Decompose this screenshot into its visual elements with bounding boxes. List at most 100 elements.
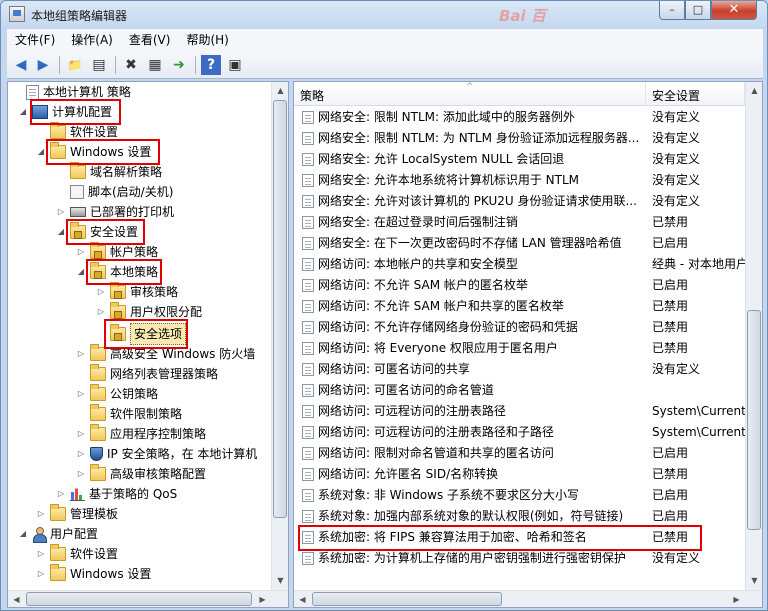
tree-node-network-list[interactable]: 网络列表管理器策略 — [76, 364, 218, 384]
tree-expander[interactable] — [12, 82, 22, 102]
policy-row[interactable]: 网络访问: 限制对命名管道和共享的匿名访问 已启用 — [294, 443, 745, 464]
scroll-thumb[interactable] — [312, 592, 502, 606]
policy-row[interactable]: 网络安全: 限制 NTLM: 添加此域中的服务器例外 没有定义 — [294, 107, 745, 128]
tree-expander[interactable]: ▷ — [96, 282, 106, 302]
tree-expander[interactable]: ▷ — [96, 302, 106, 322]
tree-node-user-software-settings[interactable]: ▷ 软件设置 — [36, 544, 118, 564]
scroll-up-arrow-icon[interactable]: ▲ — [746, 82, 762, 99]
show-hide-tree-icon[interactable]: ▤ — [89, 55, 109, 75]
policy-row[interactable]: 网络访问: 将 Everyone 权限应用于匿名用户 已禁用 — [294, 338, 745, 359]
tree-node-name-resolution-policy[interactable]: 域名解析策略 — [56, 162, 162, 182]
properties-icon[interactable]: ▦ — [145, 55, 165, 75]
policy-row[interactable]: 网络安全: 允许对该计算机的 PKU2U 身份验证请求使用联... 没有定义 — [294, 191, 745, 212]
tree-expander[interactable]: ▷ — [36, 564, 46, 584]
scroll-thumb[interactable] — [26, 592, 252, 606]
scroll-up-arrow-icon[interactable]: ▲ — [272, 82, 288, 99]
scroll-right-arrow-icon[interactable]: ▶ — [728, 591, 745, 607]
tree-node-firewall[interactable]: ▷ 高级安全 Windows 防火墙 — [76, 344, 255, 364]
policy-row[interactable]: 网络访问: 可匿名访问的命名管道 — [294, 380, 745, 401]
scroll-down-arrow-icon[interactable]: ▼ — [746, 572, 762, 589]
tree-expander[interactable]: ▷ — [76, 344, 86, 364]
scroll-down-arrow-icon[interactable]: ▼ — [272, 572, 288, 589]
policy-row[interactable]: 网络访问: 可远程访问的注册表路径和子路径 System\CurrentC — [294, 422, 745, 443]
policy-row[interactable]: 系统加密: 为计算机上存储的用户密钥强制进行强密钥保护 没有定义 — [294, 548, 745, 569]
tree-expander[interactable]: ▷ — [76, 424, 86, 444]
policy-row[interactable]: 网络访问: 可匿名访问的共享 没有定义 — [294, 359, 745, 380]
tree-node-user-config[interactable]: ◢ 用户配置 — [18, 524, 98, 544]
tree-expander[interactable] — [96, 324, 106, 344]
help-icon[interactable]: ? — [201, 55, 221, 75]
policy-row[interactable]: 系统加密: 将 FIPS 兼容算法用于加密、哈希和签名 已禁用 — [294, 527, 745, 548]
list-horizontal-scrollbar[interactable]: ◀ ▶ — [294, 590, 762, 607]
tree-expander[interactable]: ◢ — [56, 222, 66, 242]
menu-help[interactable]: 帮助(H) — [178, 29, 236, 51]
tree-node-audit-policy[interactable]: ▷ 审核策略 — [96, 282, 178, 302]
tree-node-public-key[interactable]: ▷ 公钥策略 — [76, 384, 158, 404]
policy-row[interactable]: 网络安全: 在超过登录时间后强制注销 已禁用 — [294, 212, 745, 233]
tree-expander[interactable]: ▷ — [36, 544, 46, 564]
delete-icon[interactable]: ✖ — [121, 55, 141, 75]
tree-expander[interactable] — [36, 122, 46, 142]
tree-node-user-windows-settings[interactable]: ▷ Windows 设置 — [36, 564, 151, 584]
tree-node-admin-templates[interactable]: ▷ 管理模板 — [36, 504, 118, 524]
tree-expander[interactable] — [56, 162, 66, 182]
export-list-icon[interactable]: ➜ — [169, 55, 189, 75]
view-icon[interactable]: ▣ — [225, 55, 245, 75]
tree-node-deployed-printers[interactable]: ▷ 已部署的打印机 — [56, 202, 174, 222]
column-header-setting[interactable]: 安全设置 — [646, 82, 745, 106]
tree-expander[interactable]: ▷ — [76, 464, 86, 484]
scroll-right-arrow-icon[interactable]: ▶ — [254, 591, 271, 607]
tree-expander[interactable]: ◢ — [18, 102, 28, 122]
tree-node-security-settings[interactable]: ◢ 安全设置 — [56, 222, 138, 242]
scroll-thumb[interactable] — [747, 310, 761, 530]
policy-row[interactable]: 网络安全: 在下一次更改密码时不存储 LAN 管理器哈希值 已启用 — [294, 233, 745, 254]
tree-node-computer-config[interactable]: ◢ 计算机配置 — [18, 102, 112, 122]
tree-expander[interactable]: ▷ — [76, 444, 86, 464]
scroll-thumb[interactable] — [273, 100, 287, 518]
policy-row[interactable]: 网络安全: 允许本地系统将计算机标识用于 NTLM 没有定义 — [294, 170, 745, 191]
tree-expander[interactable] — [76, 404, 86, 424]
tree-node-account-policies[interactable]: ▷ 帐户策略 — [76, 242, 158, 262]
tree-node-ip-security[interactable]: ▷ IP 安全策略，在 本地计算机 — [76, 444, 257, 464]
tree-node-local-policy[interactable]: 本地计算机 策略 — [12, 82, 131, 102]
tree-expander[interactable] — [76, 364, 86, 384]
tree-expander[interactable]: ▷ — [56, 484, 66, 504]
up-folder-icon[interactable]: 📁 — [65, 55, 85, 75]
tree-horizontal-scrollbar[interactable]: ◀ ▶ — [8, 590, 288, 607]
back-arrow-icon[interactable]: ◀ — [11, 55, 31, 75]
tree-node-security-options[interactable]: 安全选项 — [96, 323, 187, 345]
scroll-left-arrow-icon[interactable]: ◀ — [294, 591, 311, 607]
tree-vertical-scrollbar[interactable]: ▲ ▼ — [271, 82, 288, 590]
policy-row[interactable]: 系统对象: 加强内部系统对象的默认权限(例如，符号链接) 已启用 — [294, 506, 745, 527]
policy-row[interactable]: 网络访问: 本地帐户的共享和安全模型 经典 - 对本地用户 — [294, 254, 745, 275]
policy-row[interactable]: 网络访问: 不允许 SAM 帐户的匿名枚举 已启用 — [294, 275, 745, 296]
policy-row[interactable]: 网络访问: 允许匿名 SID/名称转换 已禁用 — [294, 464, 745, 485]
list-vertical-scrollbar[interactable]: ▲ ▼ — [745, 82, 762, 590]
tree-node-software-restriction[interactable]: 软件限制策略 — [76, 404, 182, 424]
tree-node-software-settings[interactable]: 软件设置 — [36, 122, 118, 142]
tree-node-app-control[interactable]: ▷ 应用程序控制策略 — [76, 424, 206, 444]
tree-node-advanced-audit[interactable]: ▷ 高级审核策略配置 — [76, 464, 206, 484]
policy-row[interactable]: 网络安全: 允许 LocalSystem NULL 会话回退 没有定义 — [294, 149, 745, 170]
tree-expander[interactable]: ▷ — [76, 384, 86, 404]
minimize-button[interactable]: – — [659, 1, 685, 20]
menu-view[interactable]: 查看(V) — [121, 29, 179, 51]
tree-expander[interactable]: ◢ — [18, 524, 28, 544]
tree-expander[interactable]: ▷ — [56, 202, 66, 222]
scroll-left-arrow-icon[interactable]: ◀ — [8, 591, 25, 607]
policy-row[interactable]: 网络访问: 可远程访问的注册表路径 System\CurrentC — [294, 401, 745, 422]
policy-row[interactable]: 系统对象: 非 Windows 子系统不要求区分大小写 已启用 — [294, 485, 745, 506]
policy-row[interactable]: 网络访问: 不允许存储网络身份验证的密码和凭据 已禁用 — [294, 317, 745, 338]
maximize-button[interactable]: □ — [685, 1, 711, 20]
title-bar[interactable]: 本地组策略编辑器 Bai 百 – □ ✕ — [1, 1, 767, 29]
tree-expander[interactable]: ◢ — [76, 262, 86, 282]
close-button[interactable]: ✕ — [711, 1, 757, 20]
forward-arrow-icon[interactable]: ▶ — [33, 55, 53, 75]
menu-file[interactable]: 文件(F) — [7, 29, 63, 51]
tree-node-local-policies[interactable]: ◢ 本地策略 — [76, 262, 158, 282]
tree-node-qos[interactable]: ▷ 基于策略的 QoS — [56, 484, 177, 504]
tree-node-windows-settings[interactable]: ◢ Windows 设置 — [36, 142, 151, 162]
tree-expander[interactable]: ▷ — [76, 242, 86, 262]
tree-expander[interactable]: ▷ — [36, 504, 46, 524]
tree-expander[interactable]: ◢ — [36, 142, 46, 162]
